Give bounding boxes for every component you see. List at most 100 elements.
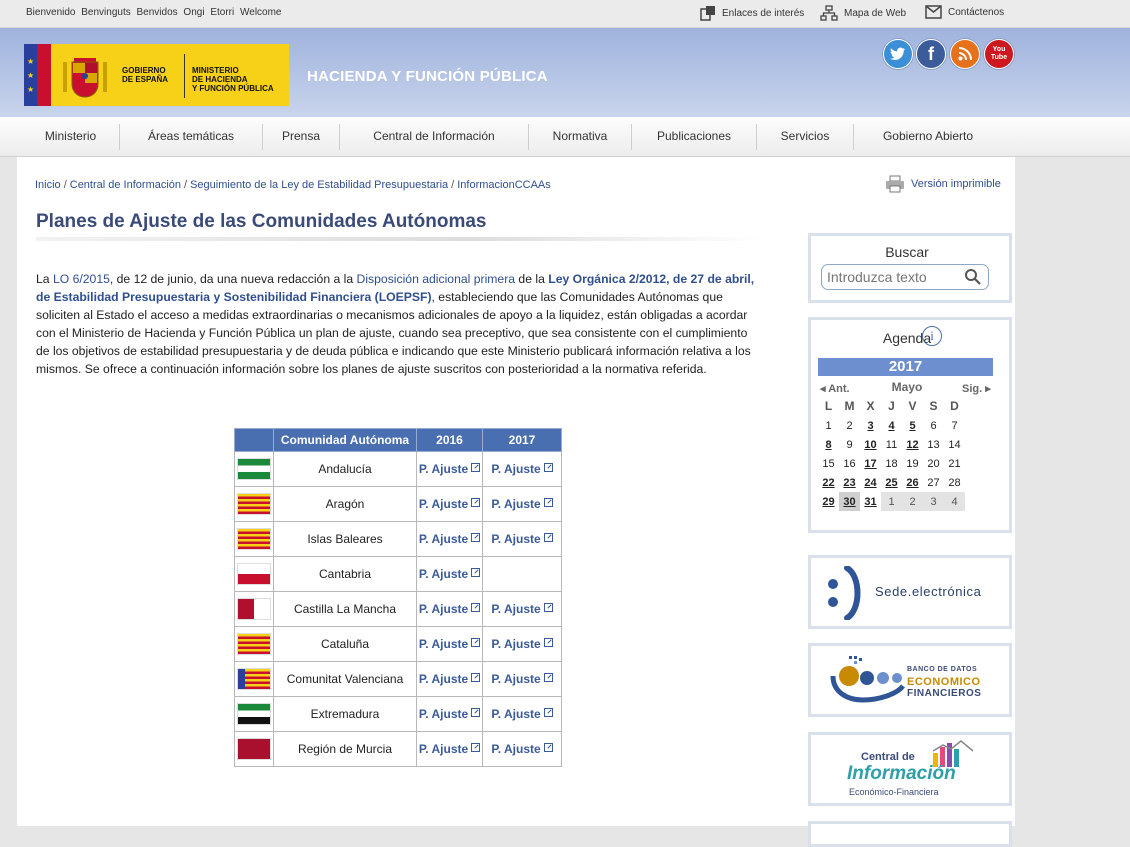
plan-cell-y2016: P. Ajuste	[416, 451, 483, 487]
calendar-day: 14	[948, 438, 961, 451]
central-informacion-banner[interactable]: Central de Información Económico-Financi…	[808, 732, 1012, 806]
banco-line1: BANCO DE DATOS	[907, 666, 978, 673]
calendar-day-event[interactable]: 12	[902, 435, 923, 454]
calendar-day-event[interactable]: 8	[818, 435, 839, 454]
calendar-day-event[interactable]: 29	[818, 492, 839, 511]
info-icon[interactable]: i	[922, 326, 942, 346]
plan-ajuste-link[interactable]: P. Ajuste	[419, 567, 481, 581]
plan-ajuste-link[interactable]: P. Ajuste	[419, 602, 481, 616]
nav-ministerio[interactable]: Ministerio	[22, 117, 119, 156]
calendar-day-event[interactable]: 22	[818, 473, 839, 492]
comunidad-name: Extremadura	[273, 696, 417, 732]
plan-cell-y2016: P. Ajuste	[416, 731, 483, 767]
plan-ajuste-link[interactable]: P. Ajuste	[419, 637, 481, 651]
plan-cell-y2016: P. Ajuste	[416, 626, 483, 662]
calendar-day-event[interactable]: 31	[860, 492, 881, 511]
lo-6-2015-link[interactable]: LO 6/2015	[53, 272, 110, 286]
nav-normativa[interactable]: Normativa	[529, 117, 631, 156]
plan-ajuste-link[interactable]: P. Ajuste	[491, 532, 553, 546]
mapa-web-link[interactable]: Mapa de Web	[820, 5, 906, 21]
plan-ajuste-link[interactable]: P. Ajuste	[419, 742, 481, 756]
calendar-next-button[interactable]: Sig. ▸	[962, 382, 991, 395]
calendar-day: 1	[825, 419, 832, 432]
table-row: Andalucía P. Ajuste P. Ajuste	[234, 451, 562, 487]
banco-datos-logo-icon	[830, 656, 905, 703]
calendar-day-event[interactable]: 24	[860, 473, 881, 492]
nav-areas-tematicas[interactable]: Áreas temáticas	[120, 117, 262, 156]
calendar-day-event[interactable]: 4	[881, 416, 902, 435]
search-icon[interactable]	[964, 268, 982, 286]
plan-ajuste-link[interactable]: P. Ajuste	[491, 497, 553, 511]
printable-version-link[interactable]: Versión imprimible	[885, 175, 1001, 193]
plan-cell-y2017: P. Ajuste	[482, 451, 562, 487]
calendar-day-event[interactable]: 10	[860, 435, 881, 454]
calendar-week: 8 9 10 11 12 13 14	[818, 435, 965, 454]
sede-electronica-banner[interactable]: Sede.electrónica	[808, 555, 1012, 629]
plan-ajuste-link[interactable]: P. Ajuste	[491, 462, 553, 476]
calendar-day-event[interactable]: 30	[839, 492, 860, 511]
banco-datos-banner[interactable]: BANCO DE DATOS ECONOMICO FINANCIEROS	[808, 643, 1012, 717]
nav-gobierno-abierto[interactable]: Gobierno Abierto	[854, 117, 1002, 156]
breadcrumb-current[interactable]: InformacionCCAAs	[457, 179, 551, 191]
breadcrumb-seguimiento[interactable]: Seguimiento de la Ley de Estabilidad Pre…	[190, 179, 448, 191]
calendar-day: 6	[930, 419, 937, 432]
welcome-languages[interactable]: Bienvenido Benvinguts Benvidos Ongi Etor…	[26, 7, 282, 18]
plan-ajuste-link[interactable]: P. Ajuste	[419, 707, 481, 721]
gobierno-logo[interactable]: ★ ★ ★ GOBIERNO DE ESPAÑA MINISTERIO DE HAC…	[24, 44, 289, 106]
external-link-icon	[471, 568, 481, 577]
comunidad-column-header: Comunidad Autónoma	[273, 428, 417, 452]
contactenos-link[interactable]: Contáctenos	[925, 5, 1004, 19]
flag-valenciana-icon	[237, 668, 271, 690]
calendar-prev-button[interactable]: ◂ Ant.	[820, 382, 850, 395]
nav-publicaciones[interactable]: Publicaciones	[632, 117, 756, 156]
calendar-day-event[interactable]: 17	[860, 454, 881, 473]
calendar-day-event[interactable]: 26	[902, 473, 923, 492]
breadcrumb-central-informacion[interactable]: Central de Información	[70, 179, 181, 191]
comunidad-name: Comunitat Valenciana	[273, 661, 417, 697]
table-row: Castilla La Mancha P. Ajuste P. Ajuste	[234, 591, 562, 627]
site-header: ★ ★ ★ GOBIERNO DE ESPAÑA MINISTERIO DE HAC…	[0, 28, 1130, 117]
search-input[interactable]	[827, 267, 957, 287]
calendar-day: 27	[927, 476, 940, 489]
plan-cell-y2016: P. Ajuste	[416, 696, 483, 732]
external-link-icon	[471, 603, 481, 612]
nav-prensa[interactable]: Prensa	[263, 117, 339, 156]
twitter-icon[interactable]	[883, 39, 913, 69]
facebook-icon[interactable]: f	[916, 39, 946, 69]
plan-ajuste-link[interactable]: P. Ajuste	[491, 672, 553, 686]
rss-icon[interactable]	[950, 39, 980, 69]
plan-ajuste-link[interactable]: P. Ajuste	[491, 637, 553, 651]
flag-cell	[234, 591, 274, 627]
calendar-day-event[interactable]: 25	[881, 473, 902, 492]
external-link-icon	[543, 463, 553, 472]
flag-cantabria-icon	[237, 563, 271, 585]
agenda-box: Agenda i 2017 Mayo ◂ Ant. Sig. ▸ LMXJVSD…	[808, 317, 1012, 533]
external-link-icon	[471, 743, 481, 752]
calendar-day-other-month: 2	[902, 492, 923, 511]
calendar-day-event[interactable]: 5	[902, 416, 923, 435]
site-title[interactable]: HACIENDA Y FUNCIÓN PÚBLICA	[307, 68, 548, 85]
external-link-icon	[471, 498, 481, 507]
planes-ajuste-table: Comunidad Autónoma 2016 2017 Andalucía P.…	[234, 428, 562, 767]
disposicion-adicional-link[interactable]: Disposición adicional primera	[357, 272, 516, 286]
flag-cataluna-icon	[237, 633, 271, 655]
plan-ajuste-link[interactable]: P. Ajuste	[419, 672, 481, 686]
calendar-weekdays: LMXJVSD	[818, 396, 965, 416]
plan-cell-y2017: P. Ajuste	[482, 731, 562, 767]
enlaces-link[interactable]: Enlaces de interés	[700, 5, 804, 21]
youtube-icon[interactable]: You Tube	[984, 39, 1014, 69]
plan-ajuste-link[interactable]: P. Ajuste	[491, 707, 553, 721]
nav-servicios[interactable]: Servicios	[757, 117, 853, 156]
central-line2: Información	[847, 763, 956, 784]
plan-ajuste-link[interactable]: P. Ajuste	[491, 602, 553, 616]
plan-ajuste-link[interactable]: P. Ajuste	[419, 462, 481, 476]
plan-ajuste-link[interactable]: P. Ajuste	[419, 532, 481, 546]
plan-ajuste-link[interactable]: P. Ajuste	[419, 497, 481, 511]
calendar-day-event[interactable]: 3	[860, 416, 881, 435]
nav-central-informacion[interactable]: Central de Información	[340, 117, 528, 156]
calendar-day-event[interactable]: 23	[839, 473, 860, 492]
plan-cell-y2016: P. Ajuste	[416, 556, 483, 592]
breadcrumb-inicio[interactable]: Inicio	[35, 179, 61, 191]
plan-ajuste-link[interactable]: P. Ajuste	[491, 742, 553, 756]
sidebar-banner-partial[interactable]	[808, 821, 1012, 847]
